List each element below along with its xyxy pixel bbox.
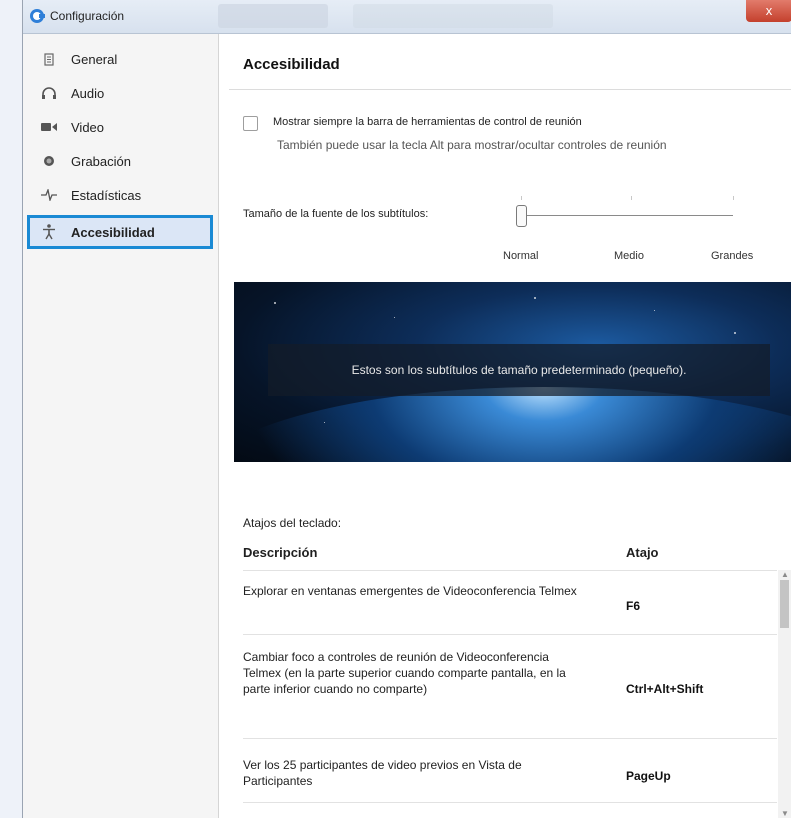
sidebar-item-label: Audio xyxy=(71,85,105,101)
window-title: Configuración xyxy=(50,9,125,23)
toolbar-hint-text: También puede usar la tecla Alt para mos… xyxy=(277,138,667,152)
sidebar-item-label: General xyxy=(71,51,118,67)
scroll-thumb[interactable] xyxy=(780,580,789,628)
sidebar-item-video[interactable]: Video xyxy=(27,112,213,142)
scroll-down-icon[interactable]: ▼ xyxy=(781,809,789,818)
shortcuts-title: Atajos del teclado: xyxy=(243,516,342,530)
slider-tick xyxy=(631,196,632,200)
close-button[interactable]: x xyxy=(746,0,791,22)
title-bar: Configuración x xyxy=(23,0,791,34)
show-toolbar-checkbox[interactable] xyxy=(243,116,258,131)
scroll-up-icon[interactable]: ▲ xyxy=(781,570,789,579)
sidebar-item-general[interactable]: General xyxy=(27,44,213,74)
shortcut-key: Ctrl+Alt+Shift xyxy=(626,682,704,696)
shortcut-description: Explorar en ventanas emergentes de Video… xyxy=(243,584,577,598)
sidebar-item-label: Accesibilidad xyxy=(71,224,155,240)
shortcuts-table-header: Descripción Atajo xyxy=(243,541,791,565)
background-window-blur xyxy=(353,4,553,28)
headphones-icon xyxy=(39,86,59,100)
subtitle-size-label: Tamaño de la fuente de los subtítulos: xyxy=(243,208,429,220)
column-header-description: Descripción xyxy=(243,545,318,560)
shortcut-description: Cambiar foco a controles de reunión de V… xyxy=(243,650,566,696)
document-icon xyxy=(39,52,59,66)
slider-option-medium: Medio xyxy=(614,250,644,262)
sidebar-item-label: Grabación xyxy=(71,153,131,169)
earth-glow xyxy=(234,387,791,462)
accessibility-icon xyxy=(39,224,59,240)
sidebar-item-label: Estadísticas xyxy=(71,187,142,203)
shortcuts-scrollbar[interactable]: ▲ ▼ xyxy=(778,570,791,818)
settings-window: Configuración x General Audio Video Grab… xyxy=(22,0,791,818)
sidebar-item-accessibility[interactable]: Accesibilidad xyxy=(27,215,213,249)
slider-option-normal: Normal xyxy=(503,250,539,262)
background-window-blur xyxy=(218,4,328,28)
slider-tick xyxy=(733,196,734,200)
sidebar: General Audio Video Grabación Estadístic… xyxy=(23,34,219,818)
shortcut-description: Ver los 25 participantes de video previo… xyxy=(243,758,522,788)
star xyxy=(534,297,536,299)
sidebar-item-statistics[interactable]: Estadísticas xyxy=(27,180,213,210)
star xyxy=(734,332,736,334)
sidebar-item-label: Video xyxy=(71,119,105,135)
main-panel: Accesibilidad Mostrar siempre la barra d… xyxy=(219,34,791,818)
record-icon xyxy=(39,155,59,167)
slider-option-large: Grandes xyxy=(711,250,754,262)
star xyxy=(324,422,325,423)
star xyxy=(654,310,655,311)
table-row[interactable]: Cambiar foco a controles de reunión de V… xyxy=(243,634,777,739)
video-camera-icon xyxy=(39,122,59,132)
app-logo-icon xyxy=(30,9,45,23)
star xyxy=(394,317,395,318)
page-title: Accesibilidad xyxy=(243,56,340,73)
star xyxy=(274,302,276,304)
sidebar-item-recording[interactable]: Grabación xyxy=(27,146,213,176)
subtitle-preview-image: Estos son los subtítulos de tamaño prede… xyxy=(234,282,791,462)
pulse-icon xyxy=(39,189,59,201)
sidebar-item-audio[interactable]: Audio xyxy=(27,78,213,108)
show-toolbar-label[interactable]: Mostrar siempre la barra de herramientas… xyxy=(273,116,582,128)
divider xyxy=(229,89,791,90)
table-row[interactable]: Explorar en ventanas emergentes de Video… xyxy=(243,570,777,635)
table-row[interactable] xyxy=(243,802,777,818)
subtitle-size-slider[interactable] xyxy=(518,215,733,216)
subtitle-preview-caption: Estos son los subtítulos de tamaño prede… xyxy=(268,344,770,396)
shortcut-key: PageUp xyxy=(626,769,671,783)
table-row[interactable]: Ver los 25 participantes de video previo… xyxy=(243,738,777,803)
column-header-shortcut: Atajo xyxy=(626,545,659,560)
slider-thumb[interactable] xyxy=(516,205,527,227)
shortcut-key: F6 xyxy=(626,599,641,613)
slider-tick xyxy=(521,196,522,200)
